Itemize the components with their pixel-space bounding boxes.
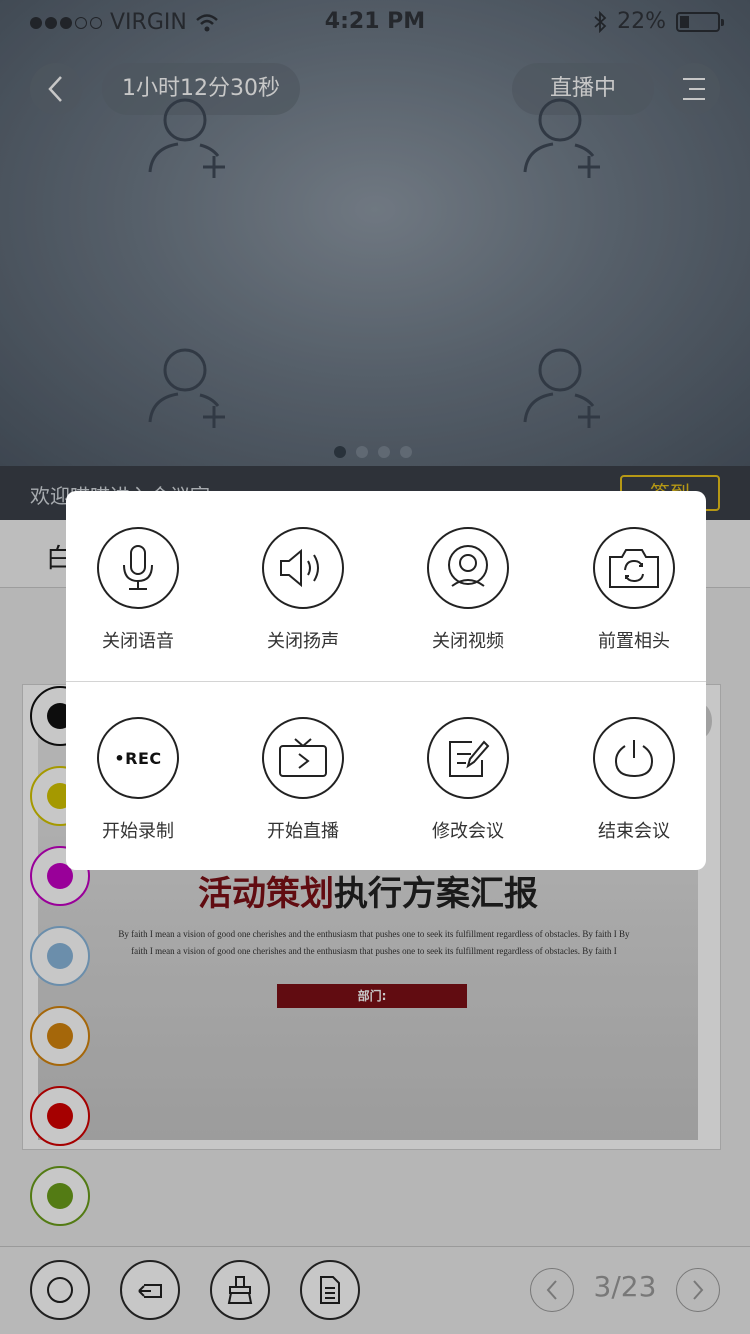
toggle-video-button[interactable] xyxy=(427,527,509,609)
toggle-video-label: 关闭视频 xyxy=(432,631,504,652)
record-icon: •REC xyxy=(114,748,162,768)
switch-camera-label: 前置相头 xyxy=(598,631,670,652)
toggle-voice-label: 关闭语音 xyxy=(102,631,174,652)
start-live-action[interactable]: 开始直播 xyxy=(253,717,353,843)
start-live-label: 开始直播 xyxy=(267,821,339,842)
toggle-voice-action[interactable]: 关闭语音 xyxy=(88,527,188,653)
toggle-voice-button[interactable] xyxy=(97,527,179,609)
edit-meeting-label: 修改会议 xyxy=(432,821,504,842)
camera-switch-icon xyxy=(609,549,659,588)
speaker-icon xyxy=(280,548,319,588)
panel-divider xyxy=(66,681,706,682)
toggle-video-action[interactable]: 关闭视频 xyxy=(418,527,518,653)
webcam-icon xyxy=(448,545,488,587)
edit-icon xyxy=(449,740,490,777)
end-meeting-button[interactable] xyxy=(593,717,675,799)
toggle-speaker-button[interactable] xyxy=(262,527,344,609)
tv-play-icon xyxy=(279,738,327,777)
toggle-speaker-label: 关闭扬声 xyxy=(267,631,339,652)
start-recording-button[interactable]: •REC xyxy=(97,717,179,799)
toggle-speaker-action[interactable]: 关闭扬声 xyxy=(253,527,353,653)
start-recording-label: 开始录制 xyxy=(102,821,174,842)
switch-camera-button[interactable] xyxy=(593,527,675,609)
start-recording-action[interactable]: •REC 开始录制 xyxy=(88,717,188,843)
end-meeting-action[interactable]: 结束会议 xyxy=(584,717,684,843)
start-live-button[interactable] xyxy=(262,717,344,799)
switch-camera-action[interactable]: 前置相头 xyxy=(584,527,684,653)
end-meeting-label: 结束会议 xyxy=(598,821,670,842)
edit-meeting-action[interactable]: 修改会议 xyxy=(418,717,518,843)
microphone-icon xyxy=(123,545,153,590)
power-icon xyxy=(614,740,654,778)
meeting-actions-panel: 关闭语音 关闭扬声 关闭视频 前置相头 •REC 开始录制 开始直播 修改会议 … xyxy=(66,491,706,870)
edit-meeting-button[interactable] xyxy=(427,717,509,799)
